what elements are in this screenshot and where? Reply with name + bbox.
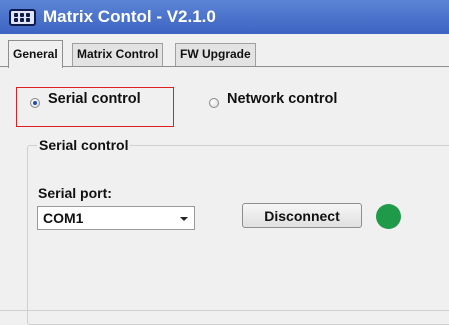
connection-status-icon — [376, 204, 401, 229]
tab-matrix-control[interactable]: Matrix Control — [72, 43, 164, 66]
serial-control-group — [27, 145, 449, 325]
tab-general[interactable]: General — [8, 40, 63, 68]
serial-control-group-title: Serial control — [37, 137, 131, 153]
disconnect-button[interactable]: Disconnect — [242, 203, 362, 228]
serial-port-select[interactable]: COM1 — [37, 206, 195, 230]
serial-port-value: COM1 — [43, 210, 84, 226]
chevron-down-icon[interactable] — [180, 217, 188, 221]
radio-network-control-label: Network control — [227, 91, 338, 107]
radio-serial-control-label: Serial control — [48, 91, 141, 107]
radio-selected-icon[interactable] — [30, 98, 40, 108]
title-bar[interactable]: Matrix Contol - V2.1.0 — [0, 0, 449, 34]
radio-unselected-icon[interactable] — [209, 98, 219, 108]
tab-bar: General Matrix Control FW Upgrade — [0, 34, 449, 68]
window-title: Matrix Contol - V2.1.0 — [43, 7, 216, 26]
tab-fw-upgrade[interactable]: FW Upgrade — [175, 43, 256, 66]
serial-port-label: Serial port: — [38, 185, 112, 201]
matrix-device-icon — [9, 9, 36, 26]
